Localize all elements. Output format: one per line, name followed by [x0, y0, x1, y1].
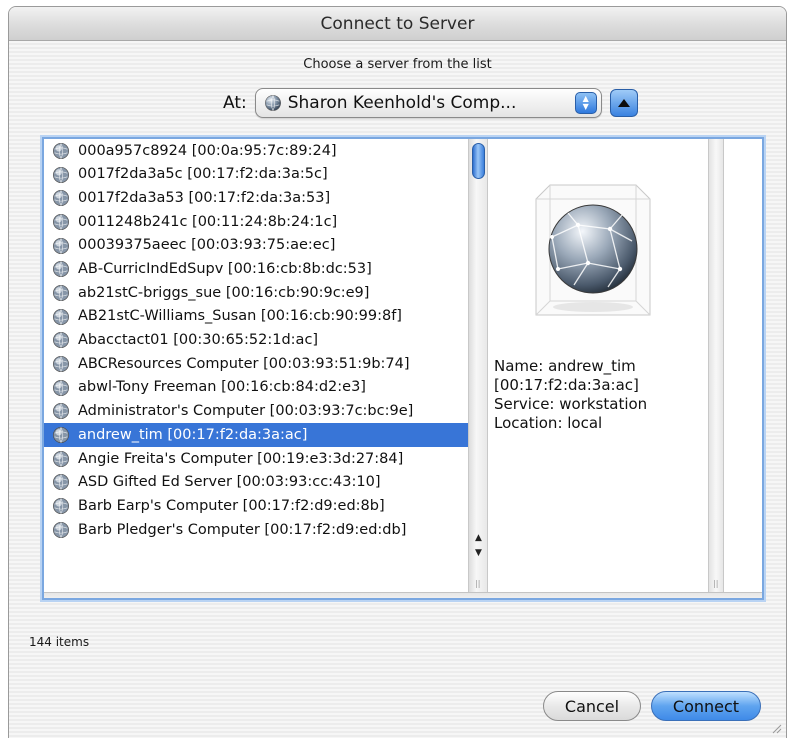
- location-value: Sharon Keenhold's Comp...: [287, 93, 517, 113]
- globe-icon: [53, 450, 69, 467]
- instruction-text: Choose a server from the list: [303, 57, 492, 72]
- globe-icon: [53, 237, 69, 254]
- server-name: 00039375aeec [00:03:93:75:ae:ec]: [78, 237, 336, 254]
- item-count: 144 items: [29, 635, 90, 649]
- globe-icon: [264, 95, 281, 111]
- resize-grip-icon[interactable]: [770, 722, 782, 734]
- server-name: Barb Earp's Computer [00:17:f2:d9:ed:8b]: [78, 497, 385, 514]
- triangle-up-icon: [617, 99, 630, 107]
- server-row[interactable]: Barb Pledger's Computer [00:17:f2:d9:ed:…: [44, 518, 468, 542]
- preview-column-scrollbar[interactable]: ||: [708, 139, 724, 592]
- scroll-up-arrow-icon[interactable]: ▲: [471, 531, 486, 545]
- popup-arrows-icon: ▲ ▼: [574, 92, 597, 114]
- globe-icon: [53, 308, 69, 325]
- globe-icon: [53, 190, 69, 207]
- server-name: 000a957c8924 [00:0a:95:7c:89:24]: [78, 142, 337, 159]
- server-name: ABCResources Computer [00:03:93:51:9b:74…: [78, 355, 410, 372]
- location-popup[interactable]: Sharon Keenhold's Comp... ▲ ▼: [254, 88, 602, 118]
- server-name: 0017f2da3a53 [00:17:f2:da:3a:53]: [78, 189, 331, 206]
- server-name: 0017f2da3a5c [00:17:f2:da:3a:5c]: [78, 166, 328, 183]
- server-row[interactable]: andrew_tim [00:17:f2:da:3a:ac]: [44, 423, 468, 447]
- server-name: Angie Freita's Computer [00:19:e3:3d:27:…: [78, 450, 404, 467]
- window-title: Connect to Server: [320, 13, 475, 34]
- server-row[interactable]: ASD Gifted Ed Server [00:03:93:cc:43:10]: [44, 471, 468, 495]
- scroll-thumb[interactable]: [472, 143, 485, 179]
- location-row: At: Sharon Keenhold's Comp... ▲ ▼: [223, 87, 638, 119]
- scroll-down-arrow-icon[interactable]: ▼: [471, 546, 486, 560]
- connect-to-server-window: Connect to Server Choose a server from t…: [8, 6, 787, 738]
- server-list: 000a957c8924 [00:0a:95:7c:89:24] 0017f2da…: [44, 139, 468, 592]
- server-row[interactable]: AB-CurricIndEdSupv [00:16:cb:8b:dc:53]: [44, 257, 468, 281]
- globe-icon: [53, 166, 69, 183]
- globe-icon: [53, 403, 69, 420]
- server-name: AB21stC-Williams_Susan [00:16:cb:90:99:8…: [78, 308, 402, 325]
- server-row[interactable]: 00039375aeec [00:03:93:75:ae:ec]: [44, 234, 468, 258]
- go-up-button[interactable]: [609, 89, 638, 117]
- globe-icon: [53, 498, 69, 515]
- server-name: ab21stC-briggs_sue [00:16:cb:90:9c:e9]: [78, 284, 370, 301]
- title-bar[interactable]: Connect to Server: [9, 7, 786, 41]
- globe-icon: [53, 142, 69, 159]
- preview-pane: Name: andrew_tim [00:17:f2:da:3a:ac] Ser…: [488, 139, 708, 592]
- globe-icon: [53, 285, 69, 301]
- location-label: At:: [223, 93, 247, 113]
- globe-icon: [53, 474, 69, 491]
- server-name: Barb Pledger's Computer [00:17:f2:d9:ed:…: [78, 521, 407, 538]
- server-name: andrew_tim [00:17:f2:da:3a:ac]: [78, 426, 308, 443]
- globe-icon: [53, 332, 69, 349]
- server-name: Abacctact01 [00:30:65:52:1d:ac]: [78, 332, 319, 349]
- server-row[interactable]: Administrator's Computer [00:03:93:7c:bc…: [44, 400, 468, 424]
- cancel-button[interactable]: Cancel: [543, 691, 641, 721]
- server-name: ASD Gifted Ed Server [00:03:93:cc:43:10]: [78, 474, 381, 491]
- globe-icon: [53, 427, 69, 444]
- column-resize-grip-icon[interactable]: ||: [713, 579, 718, 588]
- info-name: Name: andrew_tim: [494, 357, 636, 375]
- server-row[interactable]: AB21stC-Williams_Susan [00:16:cb:90:99:8…: [44, 305, 468, 329]
- info-address: [00:17:f2:da:3a:ac]: [494, 376, 639, 394]
- server-row[interactable]: 000a957c8924 [00:0a:95:7c:89:24]: [44, 139, 468, 163]
- server-info: Name: andrew_tim [00:17:f2:da:3a:ac] Ser…: [494, 357, 647, 433]
- info-location: Location: local: [494, 414, 603, 432]
- server-row[interactable]: abwl-Tony Freeman [00:16:cb:84:d2:e3]: [44, 376, 468, 400]
- server-row[interactable]: Barb Earp's Computer [00:17:f2:d9:ed:8b]: [44, 494, 468, 518]
- globe-icon: [53, 379, 69, 396]
- server-row[interactable]: 0017f2da3a5c [00:17:f2:da:3a:5c]: [44, 163, 468, 187]
- globe-icon: [53, 213, 69, 230]
- server-row[interactable]: 0011248b241c [00:11:24:8b:24:1c]: [44, 210, 468, 234]
- connect-button[interactable]: Connect: [651, 691, 761, 721]
- globe-icon: [53, 356, 69, 372]
- server-list-scrollbar[interactable]: ▲ ▼ ||: [468, 139, 488, 592]
- server-name: 0011248b241c [00:11:24:8b:24:1c]: [78, 213, 338, 230]
- server-row[interactable]: Abacctact01 [00:30:65:52:1d:ac]: [44, 329, 468, 353]
- server-name: AB-CurricIndEdSupv [00:16:cb:8b:dc:53]: [78, 261, 372, 278]
- column-resize-grip-icon[interactable]: ||: [475, 579, 480, 588]
- server-row[interactable]: ABCResources Computer [00:03:93:51:9b:74…: [44, 352, 468, 376]
- server-row[interactable]: ab21stC-briggs_sue [00:16:cb:90:9c:e9]: [44, 281, 468, 305]
- server-name: Administrator's Computer [00:03:93:7c:bc…: [78, 403, 414, 420]
- horizontal-scrollbar[interactable]: [44, 592, 762, 598]
- network-globe-icon: [535, 184, 651, 316]
- server-row[interactable]: 0017f2da3a53 [00:17:f2:da:3a:53]: [44, 186, 468, 210]
- globe-icon: [53, 261, 69, 278]
- globe-icon: [53, 521, 69, 538]
- server-name: abwl-Tony Freeman [00:16:cb:84:d2:e3]: [78, 379, 366, 396]
- info-service: Service: workstation: [494, 395, 648, 413]
- server-row[interactable]: Angie Freita's Computer [00:19:e3:3d:27:…: [44, 447, 468, 471]
- server-browser: 000a957c8924 [00:0a:95:7c:89:24] 0017f2da…: [42, 137, 764, 600]
